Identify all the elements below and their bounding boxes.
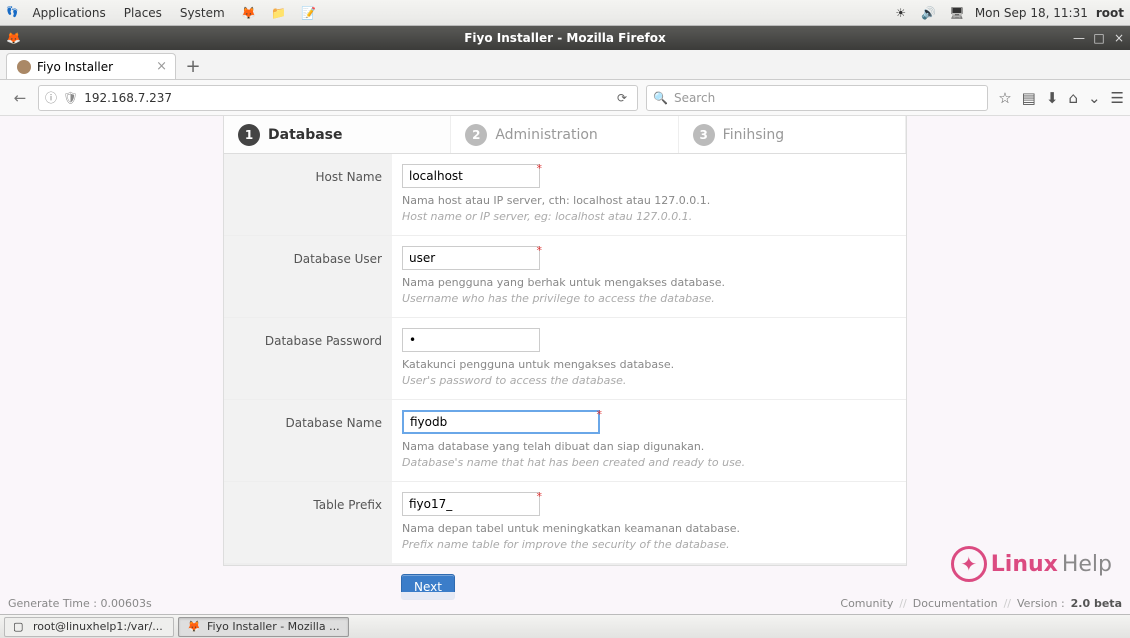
menu-icon[interactable]: ☰ [1111,89,1124,107]
hint-name-2: Database's name that hat has been create… [402,456,894,469]
footer-version-label: Version : [1017,597,1065,610]
step-1-number: 1 [238,124,260,146]
step-3-number: 3 [693,124,715,146]
footer-link-documentation[interactable]: Documentation [913,597,998,610]
task-terminal[interactable]: ▢ root@linuxhelp1:/var/... [4,617,174,637]
hint-host-2: Host name or IP server, eg: localhost at… [402,210,894,223]
hint-prefix-1: Nama depan tabel untuk meningkatkan keam… [402,522,894,535]
home-icon[interactable]: ⌂ [1068,89,1078,107]
watermark-brand: Linux [991,552,1058,577]
network-icon[interactable]: 🖥 [949,5,965,21]
step-2-number: 2 [465,124,487,146]
maximize-button[interactable]: □ [1092,31,1106,45]
generate-time: Generate Time : 0.00603s [8,597,152,610]
wizard-steps: 1 Database 2 Administration 3 Finihsing [224,116,906,154]
row-database-password: Database Password Katakunci pengguna unt… [224,318,906,400]
page-footer: Generate Time : 0.00603s Comunity // Doc… [0,592,1130,614]
firefox-launcher-icon[interactable]: 🦊 [241,5,257,21]
minimize-button[interactable]: — [1072,31,1086,45]
firefox-icon: 🦊 [6,31,21,45]
downloads-icon[interactable]: ⬇ [1046,89,1059,107]
hint-pass-2: User's password to access the database. [402,374,894,387]
bookmark-star-icon[interactable]: ☆ [998,89,1011,107]
required-star-icon: * [597,408,603,421]
system-menu[interactable]: System [176,6,229,20]
window-titlebar: 🦊 Fiyo Installer - Mozilla Firefox — □ × [0,26,1130,50]
step-finishing[interactable]: 3 Finihsing [679,116,906,153]
step-1-label: Database [268,127,343,143]
tracking-shield-icon[interactable]: 🛡 [63,91,78,105]
search-placeholder: Search [674,91,715,105]
row-database-name: Database Name * Nama database yang telah… [224,400,906,482]
hint-pass-1: Katakunci pengguna untuk mengakses datab… [402,358,894,371]
search-icon: 🔍 [653,91,668,105]
library-icon[interactable]: ▤ [1022,89,1036,107]
footer-link-comunity[interactable]: Comunity [840,597,893,610]
applications-menu[interactable]: Applications [28,6,109,20]
places-menu[interactable]: Places [120,6,166,20]
linuxhelp-logo-icon: ✦ [951,546,987,582]
watermark-suffix: Help [1062,552,1112,577]
label-database-password: Database Password [224,318,392,399]
label-database-name: Database Name [224,400,392,481]
step-administration[interactable]: 2 Administration [451,116,678,153]
firefox-task-icon: 🦊 [187,620,201,634]
update-icon[interactable]: ☀ [893,5,909,21]
label-database-user: Database User [224,236,392,317]
hint-user-1: Nama pengguna yang berhak untuk mengakse… [402,276,894,289]
foot-icon: 👣 [6,7,18,18]
label-table-prefix: Table Prefix [224,482,392,563]
row-table-prefix: Table Prefix * Nama depan tabel untuk me… [224,482,906,564]
nav-bar: ← ⓘ 🛡 192.168.7.237 ⟳ 🔍 Search ☆ ▤ ⬇ ⌂ ⌄… [0,80,1130,116]
reload-icon[interactable]: ⟳ [613,91,631,105]
installer-panel: 1 Database 2 Administration 3 Finihsing … [223,116,907,566]
required-star-icon: * [537,244,543,257]
hint-name-1: Nama database yang telah dibuat dan siap… [402,440,894,453]
tab-favicon [17,60,31,74]
linuxhelp-watermark: ✦ LinuxHelp [951,546,1112,582]
search-bar[interactable]: 🔍 Search [646,85,988,111]
volume-icon[interactable]: 🔊 [921,5,937,21]
desktop-top-panel: 👣 Applications Places System 🦊 📁 📝 ☀ 🔊 🖥… [0,0,1130,26]
footer-version: 2.0 beta [1071,597,1122,610]
user-menu[interactable]: root [1096,6,1124,20]
site-info-icon[interactable]: ⓘ [45,89,57,106]
step-3-label: Finihsing [723,127,785,143]
clock[interactable]: Mon Sep 18, 11:31 [975,6,1088,20]
row-database-user: Database User * Nama pengguna yang berha… [224,236,906,318]
window-title: Fiyo Installer - Mozilla Firefox [464,31,666,45]
hint-host-1: Nama host atau IP server, cth: localhost… [402,194,894,207]
task-firefox[interactable]: 🦊 Fiyo Installer - Mozilla ... [178,617,349,637]
tab-fiyo-installer[interactable]: Fiyo Installer × [6,53,176,79]
task-terminal-label: root@linuxhelp1:/var/... [33,620,163,633]
page-viewport: 1 Database 2 Administration 3 Finihsing … [0,116,1130,614]
database-password-input[interactable] [402,328,540,352]
url-text: 192.168.7.237 [84,91,607,105]
hint-prefix-2: Prefix name table for improve the securi… [402,538,894,551]
pocket-icon[interactable]: ⌄ [1088,89,1101,107]
tab-title: Fiyo Installer [37,60,113,74]
step-2-label: Administration [495,127,597,143]
terminal-icon: ▢ [13,620,27,634]
desktop-taskbar: ▢ root@linuxhelp1:/var/... 🦊 Fiyo Instal… [0,614,1130,638]
notes-icon[interactable]: 📝 [301,5,317,21]
tab-bar: Fiyo Installer × + [0,50,1130,80]
row-host-name: Host Name * Nama host atau IP server, ct… [224,154,906,236]
new-tab-button[interactable]: + [180,56,206,79]
table-prefix-input[interactable] [402,492,540,516]
database-name-input[interactable] [402,410,600,434]
close-button[interactable]: × [1112,31,1126,45]
url-bar[interactable]: ⓘ 🛡 192.168.7.237 ⟳ [38,85,638,111]
label-host-name: Host Name [224,154,392,235]
tab-close-icon[interactable]: × [156,59,167,74]
host-name-input[interactable] [402,164,540,188]
task-firefox-label: Fiyo Installer - Mozilla ... [207,620,340,633]
required-star-icon: * [537,490,543,503]
step-database[interactable]: 1 Database [224,116,451,153]
hint-user-2: Username who has the privilege to access… [402,292,894,305]
required-star-icon: * [537,162,543,175]
back-button[interactable]: ← [6,84,34,112]
database-user-input[interactable] [402,246,540,270]
file-manager-icon[interactable]: 📁 [271,5,287,21]
